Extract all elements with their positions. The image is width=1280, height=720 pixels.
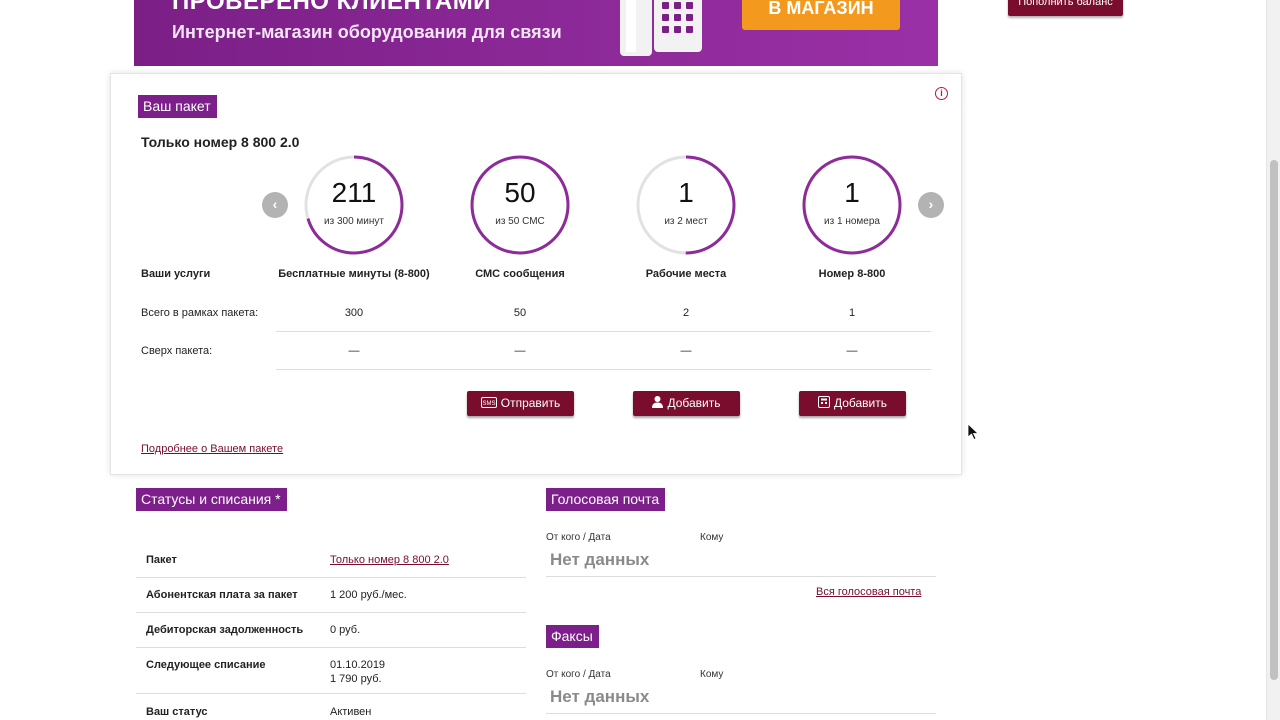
next-charge-amount: 1 790 руб. [330, 673, 382, 685]
gauge-caption: из 1 номера [824, 216, 880, 227]
page-scrollbar[interactable] [1266, 0, 1280, 720]
total-workplaces: 2 [682, 307, 690, 319]
gauge-caption: из 2 мест [664, 216, 708, 227]
add-number-label: Добавить [833, 396, 888, 410]
faxes-section: Факсы От кого / Дата Кому Нет данных [546, 625, 936, 720]
svg-text:SMS: SMS [482, 401, 495, 407]
shop-button[interactable]: В МАГАЗИН [742, 0, 900, 30]
package-link[interactable]: Только номер 8 800 2.0 [330, 554, 449, 566]
status-row-debt: Дебиторская задолженность 0 руб. [136, 613, 526, 648]
voicemail-section-title: Голосовая почта [546, 488, 666, 511]
gauge-minutes: 211 из 300 минут [303, 154, 405, 256]
total-sms: 50 [513, 307, 527, 319]
faxes-col-to: Кому [700, 669, 724, 680]
status-value: 01.10.2019 1 790 руб. [330, 658, 385, 686]
top-up-balance-button[interactable]: Пополнить баланс [1008, 0, 1123, 16]
total-minutes: 300 [344, 307, 364, 319]
add-number-button[interactable]: Добавить [799, 391, 906, 416]
gauge-numbers: 1 из 1 номера [801, 154, 903, 256]
gauge-value: 1 [844, 177, 860, 208]
faxes-section-title: Факсы [546, 625, 599, 648]
faxes-divider [546, 713, 936, 714]
status-value: 1 200 руб./мес. [330, 589, 407, 601]
status-key: Дебиторская задолженность [146, 624, 304, 636]
faxes-col-from: От кого / Дата [546, 669, 611, 680]
row-divider [276, 331, 931, 332]
add-workplace-label: Добавить [667, 396, 721, 410]
package-section-title: Ваш пакет [138, 95, 217, 118]
status-row-next-charge: Следующее списание 01.10.2019 1 790 руб. [136, 648, 526, 694]
row-divider [276, 369, 931, 370]
voicemail-section: Голосовая почта От кого / Дата Кому Нет … [546, 488, 936, 608]
total-row-label: Всего в рамках пакета: [141, 307, 259, 319]
phone-book-icon [817, 392, 830, 416]
gauge-caption: из 300 минут [324, 216, 384, 227]
voicemail-col-to: Кому [700, 532, 724, 543]
scrollbar-thumb[interactable] [1270, 160, 1278, 680]
total-numbers: 1 [848, 307, 856, 319]
send-sms-button[interactable]: SMS Отправить [467, 391, 574, 416]
status-row-state: Ваш статус Активен [136, 694, 526, 720]
voicemail-col-from: От кого / Дата [546, 532, 611, 543]
promo-banner[interactable]: ПРОВЕРЕНО КЛИЕНТАМИ Интернет-магазин обо… [134, 0, 938, 66]
service-title-minutes: Бесплатные минуты (8-800) [278, 268, 430, 280]
carousel-prev-button[interactable]: ‹ [262, 192, 288, 218]
gauge-sms: 50 из 50 СМС [469, 154, 571, 256]
info-icon[interactable]: i [935, 87, 948, 100]
status-value: 0 руб. [330, 624, 361, 636]
status-value: Активен [330, 706, 372, 718]
gauge-value: 211 [331, 177, 377, 208]
over-workplaces: — [680, 345, 692, 357]
banner-subtitle: Интернет-магазин оборудования для связи [172, 22, 562, 42]
package-card: Ваш пакет i Только номер 8 800 2.0 ‹ › 2… [110, 73, 962, 475]
service-title-sms: СМС сообщения [475, 268, 565, 280]
mouse-cursor-icon [967, 423, 980, 441]
all-voicemail-link[interactable]: Вся голосовая почта [816, 586, 921, 598]
gauge-workplaces: 1 из 2 мест [635, 154, 737, 256]
gauge-value: 1 [678, 177, 694, 208]
send-sms-label: Отправить [500, 396, 561, 410]
user-icon [652, 392, 664, 416]
banner-title: ПРОВЕРЕНО КЛИЕНТАМИ [172, 0, 491, 15]
gauge-value: 50 [504, 177, 536, 208]
status-section-title: Статусы и списания * [136, 488, 287, 511]
voicemail-divider [546, 576, 936, 577]
status-row-fee: Абонентская плата за пакет 1 200 руб./ме… [136, 578, 526, 613]
add-workplace-button[interactable]: Добавить [633, 391, 740, 416]
sms-icon: SMS [480, 392, 497, 416]
service-title-workplaces: Рабочие места [645, 268, 727, 280]
phone-illustration-icon [604, 0, 704, 60]
status-key: Следующее списание [146, 659, 266, 671]
status-key: Абонентская плата за пакет [146, 589, 298, 601]
gauge-caption: из 50 СМС [495, 216, 545, 227]
services-row-label: Ваши услуги [141, 268, 211, 280]
status-row-package: Пакет Только номер 8 800 2.0 [136, 542, 526, 578]
status-key: Ваш статус [146, 706, 208, 718]
voicemail-empty: Нет данных [550, 550, 650, 569]
over-sms: — [514, 345, 526, 357]
next-charge-date: 01.10.2019 [330, 659, 386, 671]
over-row-label: Сверх пакета: [141, 345, 213, 357]
status-key: Пакет [146, 554, 177, 566]
status-value: Только номер 8 800 2.0 [330, 553, 449, 567]
over-minutes: — [348, 345, 360, 357]
carousel-next-button[interactable]: › [918, 192, 944, 218]
package-name: Только номер 8 800 2.0 [141, 134, 300, 150]
service-title-numbers: Номер 8-800 [818, 268, 886, 280]
package-details-link[interactable]: Подробнее о Вашем пакете [141, 443, 283, 455]
over-numbers: — [846, 345, 858, 357]
page: ПРОВЕРЕНО КЛИЕНТАМИ Интернет-магазин обо… [0, 0, 1280, 720]
faxes-empty: Нет данных [550, 687, 650, 706]
